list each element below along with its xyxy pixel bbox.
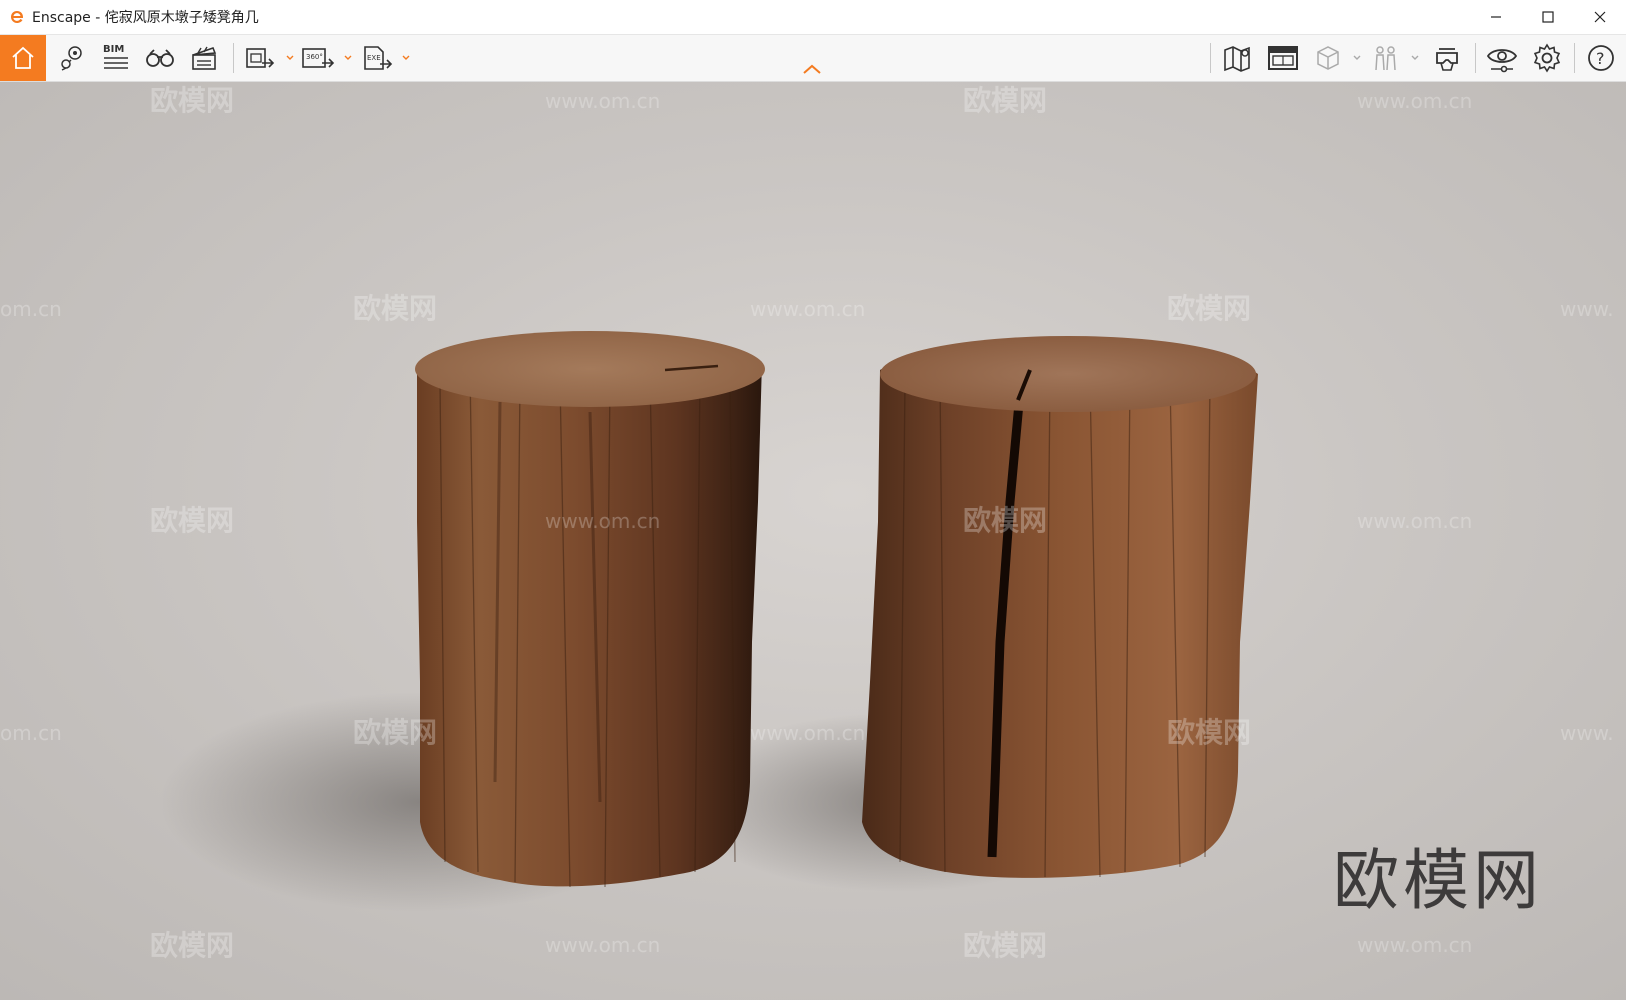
asset-library-icon	[1268, 46, 1298, 70]
maximize-button[interactable]	[1522, 0, 1574, 34]
chevron-down-icon	[402, 55, 410, 60]
panorama-export-icon: 360°	[302, 48, 335, 68]
asset-library-button[interactable]	[1263, 35, 1303, 81]
svg-text:www.om.cn: www.om.cn	[545, 933, 660, 957]
panorama-button[interactable]: 360°	[300, 35, 336, 81]
home-button[interactable]	[0, 35, 46, 81]
close-icon	[1594, 11, 1606, 23]
chevron-down-icon	[344, 55, 352, 60]
toolbar-separator	[1574, 43, 1575, 73]
svg-text:欧模网: 欧模网	[353, 292, 437, 325]
svg-text:欧模网: 欧模网	[353, 716, 437, 749]
svg-text:om.cn: om.cn	[0, 297, 62, 321]
help-icon: ?	[1588, 45, 1614, 71]
svg-text:360°: 360°	[306, 53, 323, 61]
toolbar-separator	[1475, 43, 1476, 73]
toolbar-separator	[233, 43, 234, 73]
settings-icon	[1533, 43, 1561, 73]
screenshot-button[interactable]	[242, 35, 278, 81]
svg-text:www.om.cn: www.om.cn	[750, 721, 865, 745]
brand-watermark: 欧模网	[1333, 842, 1543, 919]
binoculars-icon	[146, 49, 174, 67]
svg-text:www.om.cn: www.om.cn	[1357, 933, 1472, 957]
vr-button[interactable]	[1426, 35, 1468, 81]
left-wood-stump	[415, 331, 765, 888]
map-pin-views-icon	[61, 46, 82, 71]
bim-button[interactable]: BIM	[96, 35, 136, 81]
views-button[interactable]	[52, 35, 92, 81]
chevron-up-icon	[803, 64, 821, 74]
collapse-toolbar-button[interactable]	[800, 61, 824, 79]
svg-text:欧模网: 欧模网	[963, 929, 1047, 962]
exe-export-button[interactable]: EXE	[360, 35, 396, 81]
people-icon	[1375, 46, 1396, 71]
svg-text:www.om.cn: www.om.cn	[1357, 509, 1472, 533]
eye-icon	[1486, 49, 1518, 73]
map-icon	[1224, 46, 1250, 72]
svg-text:欧模网: 欧模网	[963, 84, 1047, 117]
title-bar: Enscape - 侘寂风原木墩子矮凳角几	[0, 0, 1626, 35]
binoculars-button[interactable]	[140, 35, 180, 81]
chevron-down-icon	[286, 55, 294, 60]
svg-text:欧模网: 欧模网	[1167, 292, 1251, 325]
bim-icon: BIM	[103, 44, 128, 69]
cube-button[interactable]	[1310, 35, 1346, 81]
svg-text:www.om.cn: www.om.cn	[1357, 89, 1472, 113]
help-button[interactable]: ?	[1580, 35, 1622, 81]
panorama-dropdown[interactable]	[343, 35, 353, 81]
svg-text:www.: www.	[1560, 721, 1614, 745]
visual-settings-button[interactable]	[1481, 35, 1523, 81]
render-viewport[interactable]: 欧模网 www.om.cn 欧模网 www.om.cn om.cn 欧模网 ww…	[0, 82, 1626, 1000]
enscape-logo-icon	[11, 11, 23, 23]
cube-icon	[1317, 46, 1339, 70]
main-toolbar: BIM 360° EXE ?	[0, 35, 1626, 82]
svg-text:欧模网: 欧模网	[150, 929, 234, 962]
svg-text:www.: www.	[1560, 297, 1614, 321]
exe-export-dropdown[interactable]	[401, 35, 411, 81]
clapperboard-icon	[192, 46, 217, 70]
svg-text:欧模网: 欧模网	[1167, 716, 1251, 749]
screenshot-export-icon	[246, 48, 275, 68]
close-button[interactable]	[1574, 0, 1626, 34]
cube-dropdown[interactable]	[1352, 35, 1362, 81]
svg-text:欧模网: 欧模网	[150, 504, 234, 537]
svg-text:EXE: EXE	[367, 54, 381, 62]
svg-text:www.om.cn: www.om.cn	[545, 89, 660, 113]
chevron-down-icon	[1353, 55, 1361, 60]
people-button[interactable]	[1368, 35, 1404, 81]
svg-text:www.om.cn: www.om.cn	[545, 509, 660, 533]
vr-headset-icon	[1436, 48, 1458, 71]
svg-text:www.om.cn: www.om.cn	[750, 297, 865, 321]
svg-text:欧模网: 欧模网	[150, 84, 234, 117]
chevron-down-icon	[1411, 55, 1419, 60]
people-dropdown[interactable]	[1410, 35, 1420, 81]
home-icon	[12, 46, 34, 69]
map-button[interactable]	[1218, 35, 1258, 81]
exe-export-icon: EXE	[364, 46, 393, 70]
svg-text:欧模网: 欧模网	[963, 504, 1047, 537]
toolbar-separator	[1210, 43, 1211, 73]
svg-text:om.cn: om.cn	[0, 721, 62, 745]
svg-text:?: ?	[1596, 49, 1605, 68]
svg-text:BIM: BIM	[103, 44, 124, 55]
video-editor-button[interactable]	[184, 35, 224, 81]
right-wood-stump	[862, 336, 1258, 878]
window-controls	[1470, 0, 1626, 34]
maximize-icon	[1542, 11, 1554, 23]
minimize-icon	[1491, 16, 1501, 18]
window-title: Enscape - 侘寂风原木墩子矮凳角几	[32, 10, 259, 26]
settings-button[interactable]	[1526, 35, 1568, 81]
screenshot-dropdown[interactable]	[285, 35, 295, 81]
minimize-button[interactable]	[1470, 0, 1522, 34]
